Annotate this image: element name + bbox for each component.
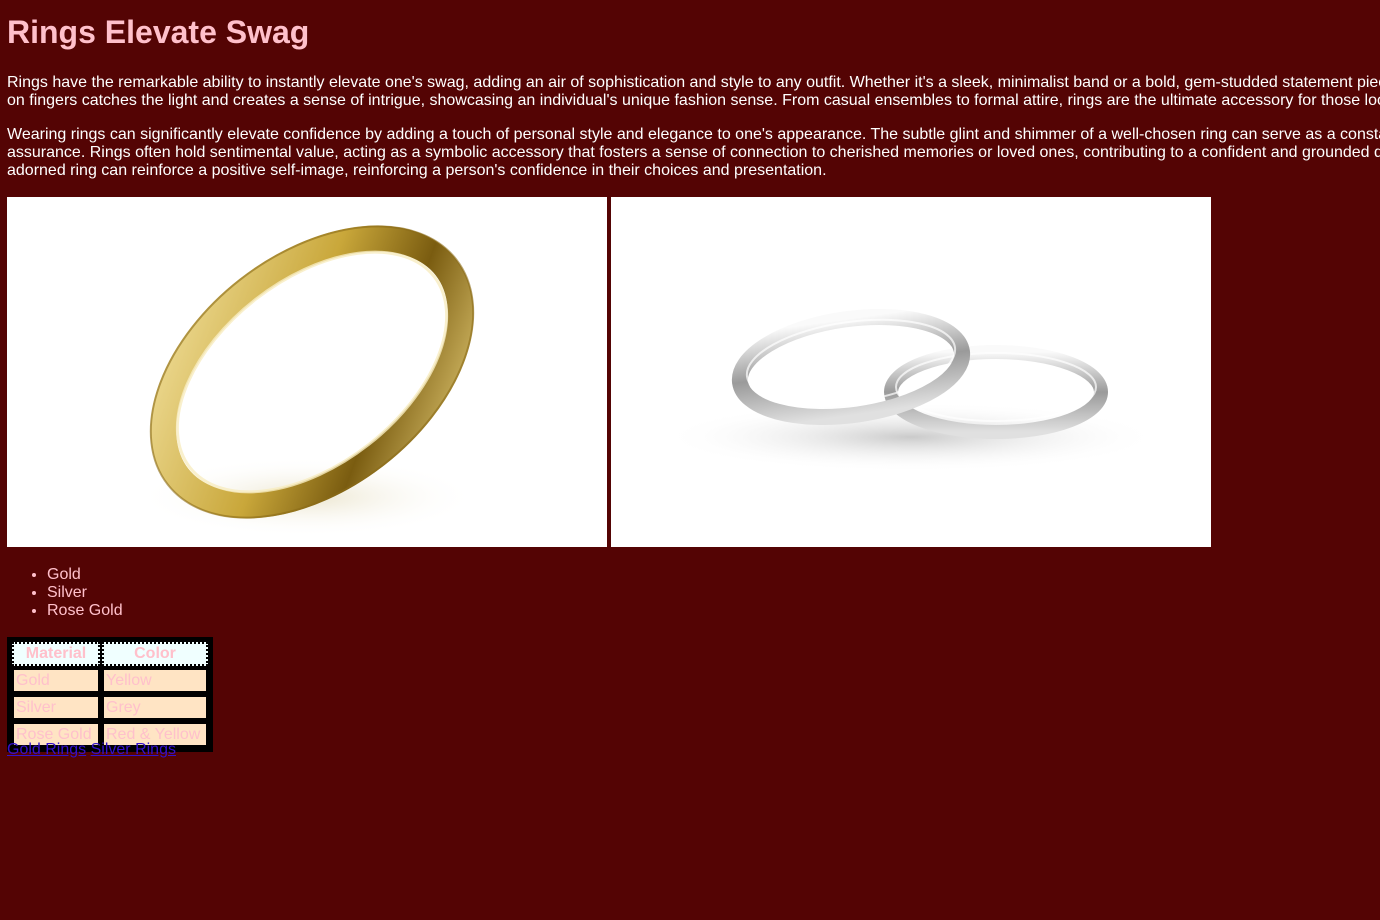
materials-table: Material Color Gold Yellow Silver Grey R… — [7, 637, 213, 752]
table-cell-color: Yellow — [102, 668, 208, 693]
paragraph-line: Rings have the remarkable ability to ins… — [7, 74, 1380, 91]
paragraph-line: on fingers catches the light and creates… — [7, 92, 1380, 109]
table-cell-material: Silver — [12, 695, 100, 720]
silver-rings-illustration — [661, 308, 1161, 472]
table-row: Gold Yellow — [12, 668, 208, 693]
paragraph-line: Wearing rings can significantly elevate … — [7, 126, 1380, 143]
paragraph-line: assurance. Rings often hold sentimental … — [7, 144, 1380, 161]
column-header-color: Color — [102, 642, 208, 666]
list-item: Rose Gold — [47, 602, 123, 620]
silver-rings-link[interactable]: Silver Rings — [91, 741, 176, 758]
paragraph-line: adorned ring can reinforce a positive se… — [7, 162, 827, 179]
list-item: Gold — [47, 566, 123, 584]
gold-ring-image — [7, 197, 607, 547]
gold-ring-illustration — [137, 225, 477, 537]
confidence-paragraph: Wearing rings can significantly elevate … — [7, 126, 1380, 180]
table-header-row: Material Color — [12, 642, 208, 666]
table-cell-material: Gold — [12, 668, 100, 693]
page-title: Rings Elevate Swag — [7, 14, 310, 50]
column-header-material: Material — [12, 642, 100, 666]
intro-paragraph: Rings have the remarkable ability to ins… — [7, 74, 1380, 110]
list-item: Silver — [47, 584, 123, 602]
silver-rings-image — [611, 197, 1211, 547]
ring-images — [7, 197, 1211, 547]
gold-rings-link[interactable]: Gold Rings — [7, 741, 86, 758]
table-cell-color: Grey — [102, 695, 208, 720]
materials-list: Gold Silver Rose Gold — [7, 566, 123, 620]
table-row: Silver Grey — [12, 695, 208, 720]
ring-links: Gold Rings Silver Rings — [7, 741, 176, 759]
